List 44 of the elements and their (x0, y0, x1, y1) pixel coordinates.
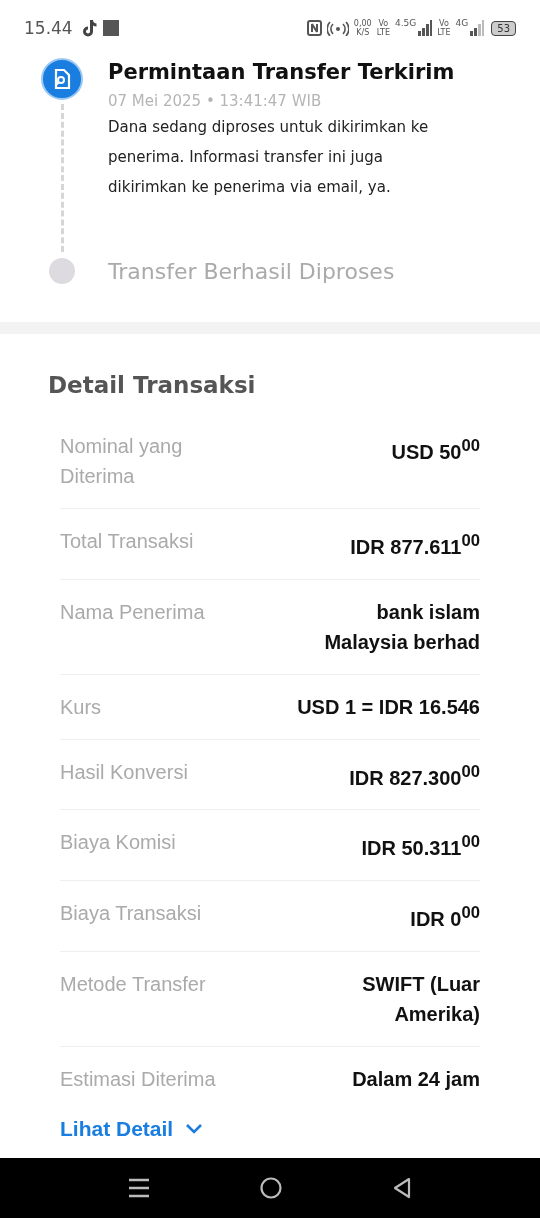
speed-unit: K/S (356, 28, 370, 37)
square-icon (102, 20, 119, 36)
step-description: Dana sedang diproses untuk dikirimkan ke penerima. Informasi transfer ini juga dikirimkan ke penerima via email, ya. (108, 117, 430, 198)
lte-label: LTE (437, 28, 451, 37)
detail-label: Biaya Komisi (60, 830, 177, 856)
volte-label: Vo (378, 19, 389, 28)
detail-label: Nama Penerima (60, 599, 206, 625)
battery-indicator: 53 (491, 20, 516, 36)
step-title: Permintaan Transfer Terkirim (108, 59, 456, 86)
detail-value: IDR 827.300$^{00}$ (349, 760, 480, 791)
menu-icon[interactable] (128, 1177, 150, 1199)
detail-label: Estimasi Diterima (60, 1066, 217, 1092)
step-timestamp: 07 Mei 2025 • 13:41:47 WIB (108, 92, 323, 110)
home-icon[interactable] (260, 1177, 282, 1199)
status-time: 15.44 (24, 18, 73, 38)
volte-label: Vo (439, 19, 449, 28)
detail-value: USD 1 = IDR 16.546 (297, 694, 480, 720)
detail-value: IDR 0$^{00}$ (410, 901, 480, 932)
detail-value: USD 50$^{00}$ (391, 435, 480, 465)
detail-label: Hasil Konversi (60, 759, 189, 785)
tiktok-icon (81, 19, 98, 37)
signal-icon (470, 20, 485, 36)
hotspot-icon (326, 20, 349, 36)
chevron-down-icon (185, 1122, 204, 1135)
network-label: 4.5G (394, 18, 417, 28)
detail-label: Kurs (60, 694, 103, 720)
speed-value: 0,00 (353, 19, 372, 28)
lte-label: LTE (376, 28, 390, 37)
step-title: Transfer Berhasil Diproses (108, 258, 396, 286)
detail-label: Nominal yang Diterima (60, 434, 184, 489)
nfc-icon (306, 20, 322, 36)
detail-value: IDR 877.611$^{00}$ (350, 530, 480, 560)
network-label: 4G (455, 18, 469, 28)
detail-value: IDR 50.311$^{00}$ (361, 831, 480, 861)
detail-label: Biaya Transaksi (60, 900, 203, 926)
detail-value: Dalam 24 jam (352, 1066, 480, 1092)
back-icon[interactable] (392, 1177, 412, 1199)
detail-label: Total Transaksi (60, 529, 195, 554)
detail-value: bank islam Malaysia berhad (323, 599, 480, 655)
section-title: Detail Transaksi (48, 372, 257, 398)
detail-value: SWIFT (Luar Amerika) (361, 971, 480, 1027)
signal-icon (418, 20, 433, 36)
see-detail-link[interactable]: Lihat Detail (60, 1116, 204, 1141)
detail-label: Metode Transfer (60, 971, 207, 997)
